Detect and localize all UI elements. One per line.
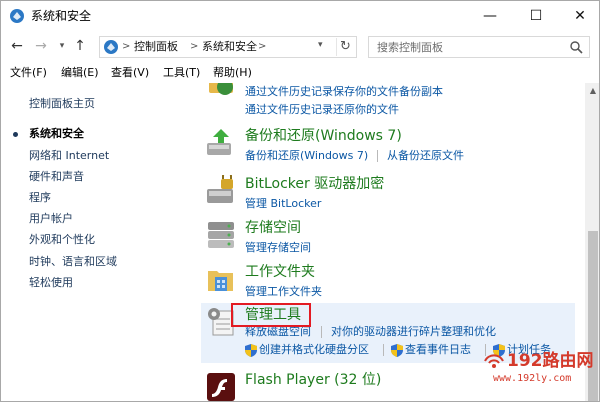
nav-item-clock-language[interactable]: 时钟、语言和区域 xyxy=(29,255,117,269)
work-folders-icon xyxy=(208,271,233,291)
nav-control-panel-home[interactable]: 控制面板主页 xyxy=(29,97,95,111)
breadcrumb-separator: > xyxy=(122,41,131,52)
work-folders-title[interactable]: 工作文件夹 xyxy=(245,263,315,281)
search-input[interactable] xyxy=(377,39,557,55)
address-bar[interactable]: > 控制面板 > 系统和安全 > ▾ ↻ xyxy=(99,36,357,58)
watermark-main-text: 192路由网 xyxy=(507,351,594,371)
search-icon[interactable] xyxy=(569,40,583,54)
task-separator xyxy=(383,344,384,356)
task-defragment-optimize[interactable]: 对你的驱动器进行碎片整理和优化 xyxy=(331,325,496,339)
menu-tools[interactable]: 工具(T) xyxy=(163,65,200,81)
site-watermark: 192路由网 www.192ly.com xyxy=(479,349,599,401)
flash-player-icon xyxy=(207,373,235,401)
uac-shield-icon xyxy=(245,344,257,357)
refresh-icon[interactable]: ↻ xyxy=(336,38,354,56)
search-box[interactable] xyxy=(368,36,590,58)
task-create-format-partitions[interactable]: 创建并格式化硬盘分区 xyxy=(259,343,369,357)
task-separator xyxy=(377,150,378,162)
nav-item-network-internet[interactable]: 网络和 Internet xyxy=(29,149,109,163)
back-arrow-icon[interactable]: ← xyxy=(9,37,25,55)
bitlocker-title[interactable]: BitLocker 驱动器加密 xyxy=(245,175,384,193)
backup-restore-icon xyxy=(207,129,231,155)
nav-item-ease-of-access[interactable]: 轻松使用 xyxy=(29,276,73,290)
address-dropdown-chevron-icon[interactable]: ▾ xyxy=(318,40,323,50)
navigation-bar: ← → ▾ ↑ > 控制面板 > 系统和安全 > ▾ ↻ xyxy=(1,31,599,61)
menu-edit[interactable]: 编辑(E) xyxy=(61,65,99,81)
nav-item-system-security[interactable]: 系统和安全 xyxy=(29,127,84,141)
breadcrumb-separator: > xyxy=(258,41,267,52)
task-manage-bitlocker[interactable]: 管理 BitLocker xyxy=(245,197,321,211)
menu-file[interactable]: 文件(F) xyxy=(10,65,47,81)
scroll-up-arrow-icon[interactable]: ▲ xyxy=(585,83,599,99)
storage-spaces-title[interactable]: 存储空间 xyxy=(245,219,301,237)
minimize-button[interactable]: — xyxy=(467,1,513,31)
backup-restore-title[interactable]: 备份和还原(Windows 7) xyxy=(245,127,402,145)
task-manage-work-folders[interactable]: 管理工作文件夹 xyxy=(245,285,322,299)
flash-player-title[interactable]: Flash Player (32 位) xyxy=(245,371,381,389)
current-section-bullet-icon xyxy=(13,132,18,137)
task-save-backup-copies[interactable]: 通过文件历史记录保存你的文件备份副本 xyxy=(245,85,443,99)
task-restore-files-history[interactable]: 通过文件历史记录还原你的文件 xyxy=(245,103,399,117)
nav-item-hardware-sound[interactable]: 硬件和声音 xyxy=(29,170,84,184)
task-view-event-logs[interactable]: 查看事件日志 xyxy=(405,343,471,357)
uac-shield-icon xyxy=(391,344,403,357)
breadcrumb-system-security[interactable]: 系统和安全 xyxy=(202,40,257,54)
control-panel-icon xyxy=(104,40,118,54)
red-highlight-box xyxy=(231,303,311,327)
title-bar: 系统和安全 — ☐ ✕ xyxy=(1,1,599,31)
task-backup-restore-win7[interactable]: 备份和还原(Windows 7) xyxy=(245,149,368,163)
task-manage-storage[interactable]: 管理存储空间 xyxy=(245,241,311,255)
control-panel-window: 系统和安全 — ☐ ✕ ← → ▾ ↑ > 控制面板 > 系统和安全 > ▾ ↻ xyxy=(0,0,600,402)
recent-locations-chevron-icon[interactable]: ▾ xyxy=(57,37,67,55)
bitlocker-drive-icon xyxy=(207,175,233,203)
up-arrow-icon[interactable]: ↑ xyxy=(73,37,87,55)
menu-view[interactable]: 查看(V) xyxy=(111,65,149,81)
control-panel-app-icon xyxy=(10,9,24,23)
task-separator xyxy=(321,326,322,338)
menu-bar: 文件(F) 编辑(E) 查看(V) 工具(T) 帮助(H) xyxy=(1,63,599,83)
menu-help[interactable]: 帮助(H) xyxy=(213,65,252,81)
file-history-icon xyxy=(209,83,233,95)
nav-item-user-accounts[interactable]: 用户帐户 xyxy=(29,212,73,226)
nav-item-programs[interactable]: 程序 xyxy=(29,191,51,205)
watermark-router-icon xyxy=(484,354,504,368)
left-navigation-pane: 控制面板主页 系统和安全 网络和 Internet 硬件和声音 程序 用户帐户 … xyxy=(1,83,201,401)
window-title: 系统和安全 xyxy=(31,9,92,23)
close-button[interactable]: ✕ xyxy=(557,1,599,31)
task-restore-from-backup[interactable]: 从备份还原文件 xyxy=(387,149,464,163)
task-free-disk-space[interactable]: 释放磁盘空间 xyxy=(245,325,311,339)
forward-arrow-icon[interactable]: → xyxy=(33,37,49,55)
breadcrumb-separator: > xyxy=(190,41,199,52)
storage-spaces-icon xyxy=(208,222,234,248)
watermark-url: www.192ly.com xyxy=(493,373,572,384)
breadcrumb-control-panel[interactable]: 控制面板 xyxy=(134,40,178,54)
nav-item-appearance[interactable]: 外观和个性化 xyxy=(29,233,95,247)
maximize-button[interactable]: ☐ xyxy=(513,1,559,31)
